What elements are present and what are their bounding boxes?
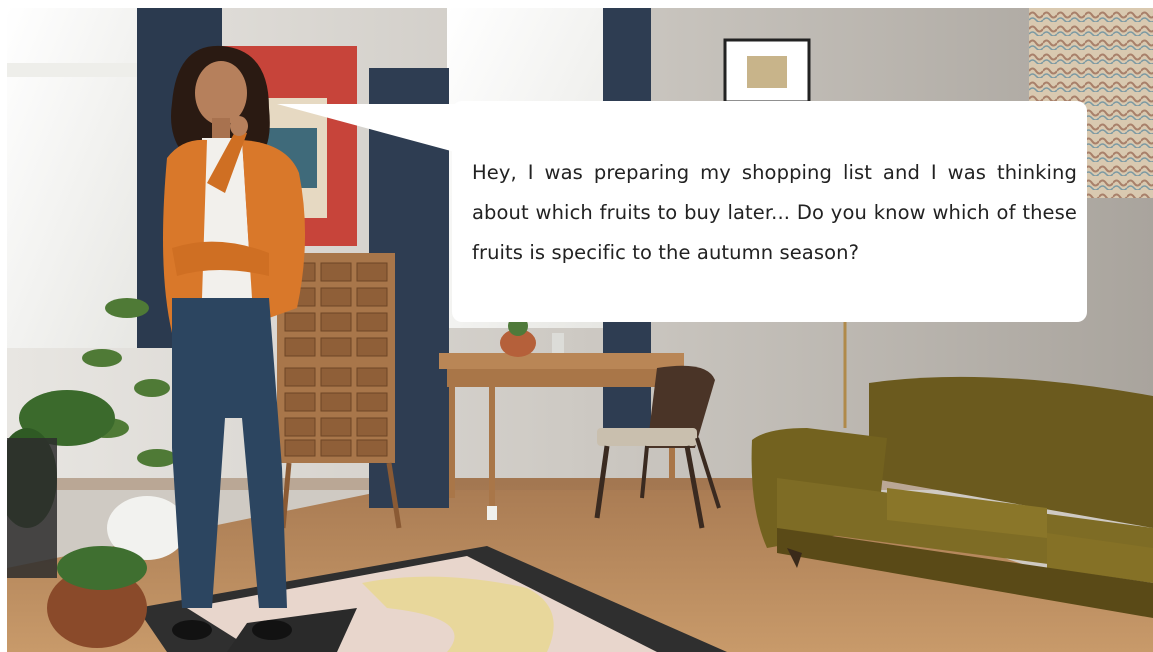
speech-bubble-text: Hey, I was preparing my shopping list an… — [472, 161, 1077, 264]
speech-bubble: Hey, I was preparing my shopping list an… — [452, 101, 1087, 322]
slide: Hey, I was preparing my shopping list an… — [7, 8, 1153, 652]
